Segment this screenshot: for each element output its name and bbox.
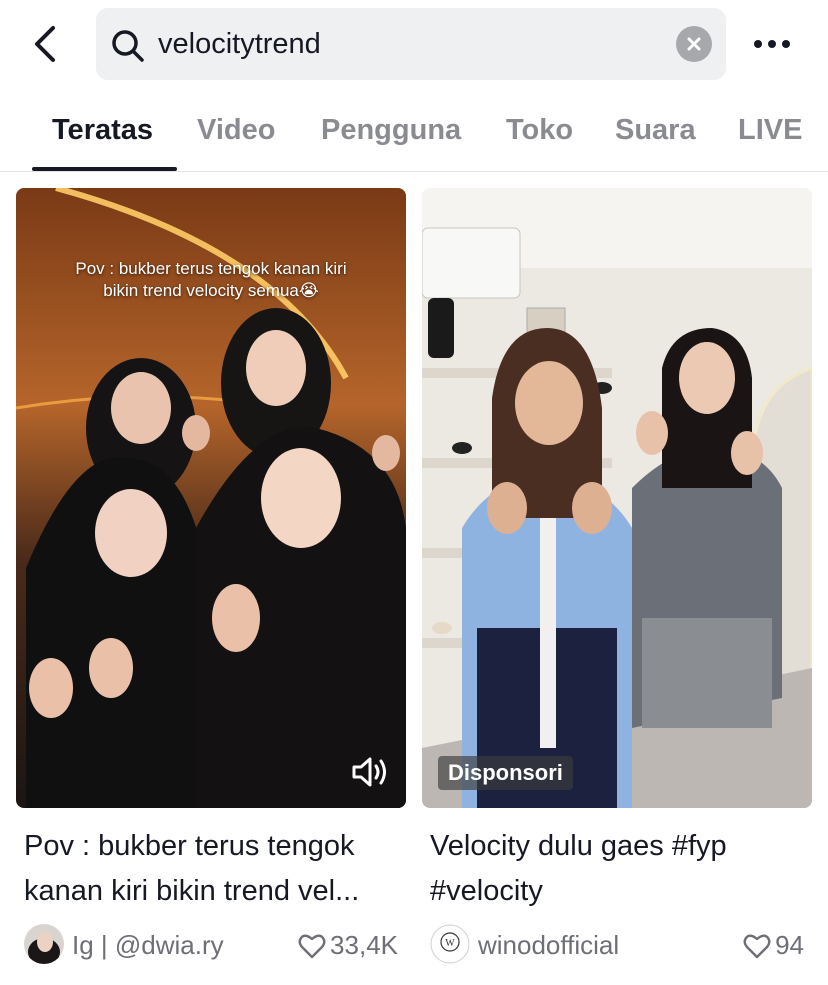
tab-live[interactable]: LIVE: [738, 114, 802, 147]
back-button[interactable]: [24, 22, 64, 66]
video-caption[interactable]: Pov : bukber terus tengok kanan kiri bik…: [24, 824, 394, 914]
tab-teratas[interactable]: Teratas: [52, 114, 153, 147]
avatar[interactable]: [24, 924, 64, 964]
clear-search-button[interactable]: [676, 26, 712, 62]
volume-button[interactable]: [350, 754, 390, 790]
like-count-value: 94: [775, 930, 804, 960]
sponsored-badge: Disponsori: [438, 756, 573, 790]
avatar[interactable]: W: [430, 924, 470, 964]
username[interactable]: winodofficial: [478, 930, 619, 961]
heart-icon: [743, 934, 771, 958]
tab-pengguna[interactable]: Pengguna: [321, 114, 461, 147]
tab-suara[interactable]: Suara: [615, 114, 696, 147]
video-thumbnail[interactable]: Disponsori: [422, 188, 812, 808]
overlay-line: Pov : bukber terus tengok kanan kiri: [75, 259, 347, 278]
caption-line: Velocity dulu gaes #fyp: [430, 830, 727, 862]
username[interactable]: Ig | @dwia.ry: [72, 930, 224, 961]
caption-line: kanan kiri bikin trend vel...: [24, 875, 360, 907]
volume-icon: [352, 757, 386, 787]
overlay-line: bikin trend velocity semua😭: [103, 281, 319, 300]
search-icon: [112, 30, 144, 62]
video-overlay-text: Pov : bukber terus tengok kanan kiri bik…: [16, 258, 406, 302]
heart-icon: [298, 934, 326, 958]
caption-line: #velocity: [430, 875, 543, 907]
brand-logo-icon: W: [430, 924, 470, 964]
caption-line: Pov : bukber terus tengok: [24, 830, 355, 862]
tab-video[interactable]: Video: [197, 114, 275, 147]
like-count[interactable]: 33,4K: [298, 930, 398, 961]
top-bar: [0, 0, 828, 90]
like-count-value: 33,4K: [330, 930, 398, 960]
chevron-left-icon: [35, 26, 55, 62]
close-icon: [687, 37, 701, 51]
avatar-text: W: [445, 938, 455, 949]
search-input[interactable]: [158, 20, 718, 68]
tab-toko[interactable]: Toko: [506, 114, 573, 147]
video-meta: W winodofficial 94: [430, 924, 804, 964]
video-caption[interactable]: Velocity dulu gaes #fyp #velocity: [430, 824, 800, 914]
video-thumbnail[interactable]: Pov : bukber terus tengok kanan kiri bik…: [16, 188, 406, 808]
avatar-image: [24, 924, 64, 964]
video-meta: Ig | @dwia.ry 33,4K: [24, 924, 398, 964]
search-bar[interactable]: [96, 8, 726, 80]
video-thumbnail-image: [422, 188, 812, 808]
result-tabs: Teratas Video Pengguna Toko Suara LIVE: [0, 100, 828, 172]
more-horizontal-icon: [754, 40, 790, 48]
more-options-button[interactable]: [748, 26, 796, 62]
active-tab-indicator: [32, 167, 177, 171]
like-count[interactable]: 94: [743, 930, 804, 961]
